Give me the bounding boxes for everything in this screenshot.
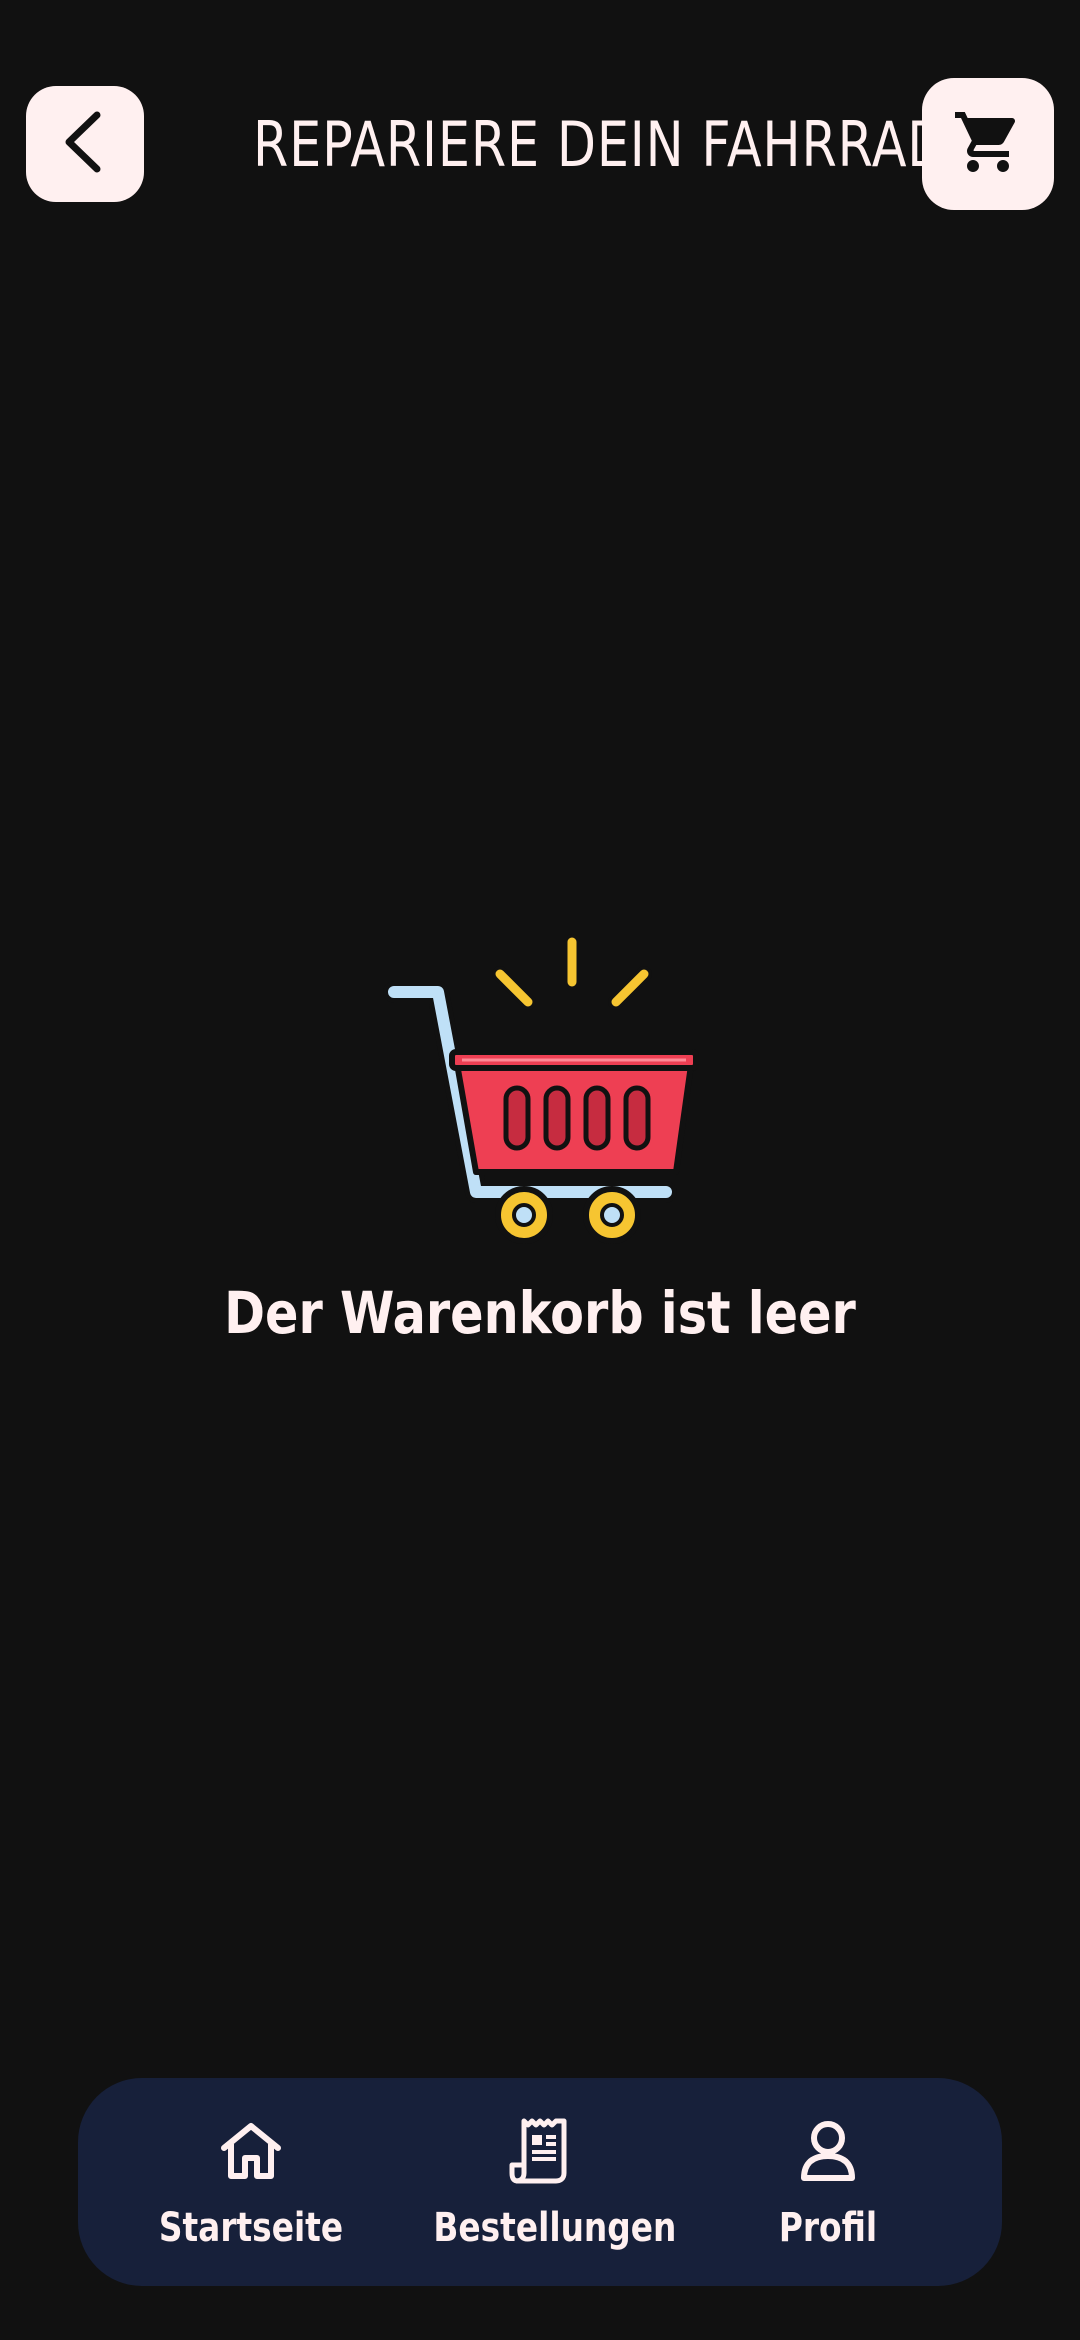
app-header: REPARIERE DEIN FAHRRAD [0, 0, 1080, 240]
receipt-icon [505, 2116, 575, 2186]
bottom-navigation: Startseite Bestellungen Profil [78, 2078, 1002, 2286]
nav-label-bestellungen: Bestellungen [433, 2205, 677, 2251]
page-title: REPARIERE DEIN FAHRRAD [253, 108, 948, 181]
nav-label-profil: Profil [778, 2205, 878, 2251]
user-icon [793, 2116, 863, 2186]
nav-label-startseite: Startseite [158, 2205, 344, 2251]
shopping-cart-icon [952, 106, 1024, 183]
chevron-left-icon [55, 107, 115, 182]
nav-item-startseite[interactable]: Startseite [121, 2078, 381, 2286]
empty-cart-message: Der Warenkorb ist leer [224, 1279, 856, 1347]
back-button[interactable] [26, 86, 144, 202]
nav-item-profil[interactable]: Profil [698, 2078, 958, 2286]
home-icon [216, 2116, 286, 2186]
cart-button[interactable] [922, 78, 1054, 210]
empty-cart-illustration [380, 930, 700, 1250]
nav-item-bestellungen[interactable]: Bestellungen [410, 2078, 677, 2286]
